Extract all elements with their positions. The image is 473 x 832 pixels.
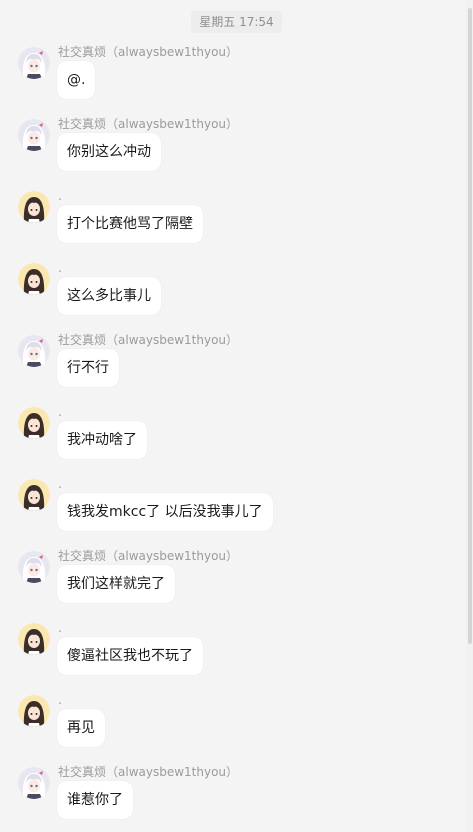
message-bubble[interactable]: 行不行: [57, 349, 119, 387]
message-bubble[interactable]: 你别这么冲动: [57, 133, 161, 171]
message-bubble[interactable]: 傻逼社区我也不玩了: [57, 637, 203, 675]
anime-girl-dark-hair-avatar-icon[interactable]: [18, 191, 50, 223]
anime-girl-dark-hair-avatar-icon[interactable]: [18, 479, 50, 511]
scrollbar[interactable]: [466, 0, 473, 832]
message-bubble[interactable]: 谁惹你了: [57, 781, 133, 819]
sender-name: 社交真烦（alwaysbew1thyou）: [58, 117, 239, 131]
anime-girl-dark-hair-avatar-icon[interactable]: [18, 407, 50, 439]
timestamp-label: 星期五 17:54: [191, 11, 282, 33]
anime-girl-dark-hair-avatar-icon[interactable]: [18, 263, 50, 295]
message-bubble[interactable]: 打个比赛他骂了隔壁: [57, 205, 203, 243]
message-bubble[interactable]: 再见: [57, 709, 105, 747]
message-bubble[interactable]: @.: [57, 61, 96, 99]
sender-name: .: [58, 405, 62, 419]
sender-name: 社交真烦（alwaysbew1thyou）: [58, 45, 239, 59]
sender-name: .: [58, 693, 62, 707]
sender-name: 社交真烦（alwaysbew1thyou）: [58, 333, 239, 347]
chat-message-list[interactable]: 星期五 17:54 社交真烦（alwaysbew1thyou） @. 社交真烦（…: [0, 0, 466, 832]
anime-girl-white-hair-avatar-icon[interactable]: [18, 47, 50, 79]
scrollbar-thumb[interactable]: [468, 8, 472, 644]
anime-girl-white-hair-avatar-icon[interactable]: [18, 119, 50, 151]
sender-name: .: [58, 189, 62, 203]
sender-name: 社交真烦（alwaysbew1thyou）: [58, 765, 239, 779]
anime-girl-dark-hair-avatar-icon[interactable]: [18, 695, 50, 727]
message-bubble[interactable]: 我们这样就完了: [57, 565, 175, 603]
message-bubble[interactable]: 钱我发mkcc了 以后没我事儿了: [57, 493, 273, 531]
time-divider: 星期五 17:54: [0, 11, 473, 33]
sender-name: .: [58, 477, 62, 491]
message-bubble[interactable]: 我冲动啥了: [57, 421, 147, 459]
anime-girl-white-hair-avatar-icon[interactable]: [18, 551, 50, 583]
sender-name: .: [58, 261, 62, 275]
anime-girl-white-hair-avatar-icon[interactable]: [18, 335, 50, 367]
sender-name: 社交真烦（alwaysbew1thyou）: [58, 549, 239, 563]
anime-girl-dark-hair-avatar-icon[interactable]: [18, 623, 50, 655]
message-bubble[interactable]: 这么多比事儿: [57, 277, 161, 315]
sender-name: .: [58, 621, 62, 635]
anime-girl-white-hair-avatar-icon[interactable]: [18, 767, 50, 799]
